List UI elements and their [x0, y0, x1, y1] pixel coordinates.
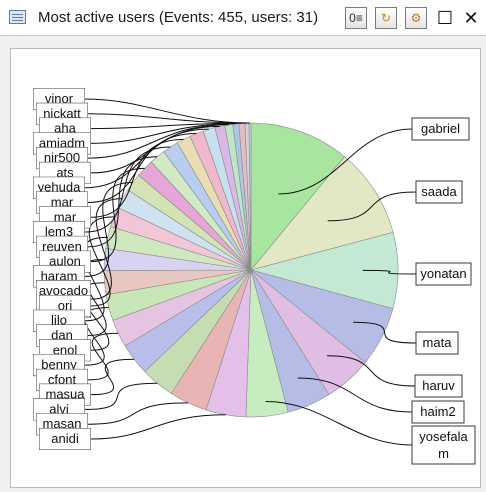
slice-label[interactable]: anidi	[39, 428, 91, 450]
svg-text:yosefala: yosefala	[419, 429, 468, 444]
svg-text:yonatan: yonatan	[420, 266, 466, 281]
leader-line	[90, 414, 226, 440]
slice-label[interactable]: gabriel	[411, 117, 470, 141]
slice-label[interactable]: haim2	[411, 400, 465, 424]
svg-text:m: m	[438, 446, 449, 461]
svg-text:haim2: haim2	[420, 404, 455, 419]
leader-line	[90, 358, 135, 396]
slice-label[interactable]: mata	[415, 331, 459, 355]
leader-line	[84, 98, 251, 124]
svg-text:anidi: anidi	[51, 431, 79, 446]
leader-line	[84, 382, 158, 410]
svg-text:gabriel: gabriel	[421, 121, 460, 136]
slice-label[interactable]: haruv	[414, 374, 463, 398]
svg-text:saada: saada	[421, 184, 457, 199]
slice-label[interactable]: yosefala m	[411, 425, 476, 465]
pie-chart: gabriel saada yonatan mata haruv haim2 yosefal…	[33, 88, 476, 465]
svg-text:mata: mata	[423, 335, 453, 350]
pie-slices	[103, 122, 399, 418]
svg-text:haruv: haruv	[422, 378, 455, 393]
slice-label[interactable]: saada	[415, 180, 463, 204]
slice-label[interactable]: yonatan	[415, 262, 472, 286]
leader-line	[87, 332, 119, 381]
